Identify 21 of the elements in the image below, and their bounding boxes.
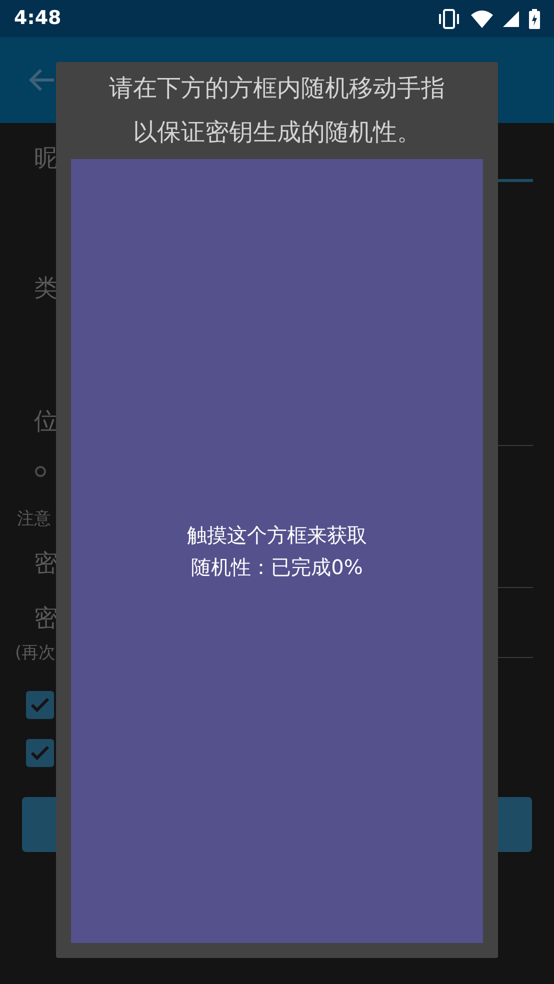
- wifi-icon: [471, 10, 493, 28]
- dialog-message: 请在下方的方框内随机移动手指 以保证密钥生成的随机性。: [109, 73, 445, 148]
- check-icon: [30, 697, 50, 713]
- check-icon: [30, 745, 50, 761]
- touch-area-text: 触摸这个方框来获取 随机性：已完成0%: [187, 522, 367, 581]
- field-label: 昵: [34, 144, 58, 172]
- vibrate-icon: [437, 8, 461, 28]
- field-label: 类: [34, 274, 58, 302]
- status-time: 4:48: [14, 6, 62, 32]
- battery-icon: [529, 8, 540, 28]
- checkbox[interactable]: [26, 739, 54, 767]
- field-label: 密: [34, 604, 58, 632]
- note-text: 注意: [17, 509, 51, 529]
- field-label: 位: [34, 407, 58, 435]
- touch-area[interactable]: 触摸这个方框来获取 随机性：已完成0%: [71, 159, 483, 943]
- radio-icon: [35, 466, 46, 477]
- back-arrow-icon[interactable]: [28, 68, 56, 92]
- checkbox[interactable]: [26, 691, 54, 719]
- field-label: 密: [34, 549, 58, 577]
- signal-icon: [503, 10, 519, 26]
- hint-text: (再次: [15, 643, 56, 663]
